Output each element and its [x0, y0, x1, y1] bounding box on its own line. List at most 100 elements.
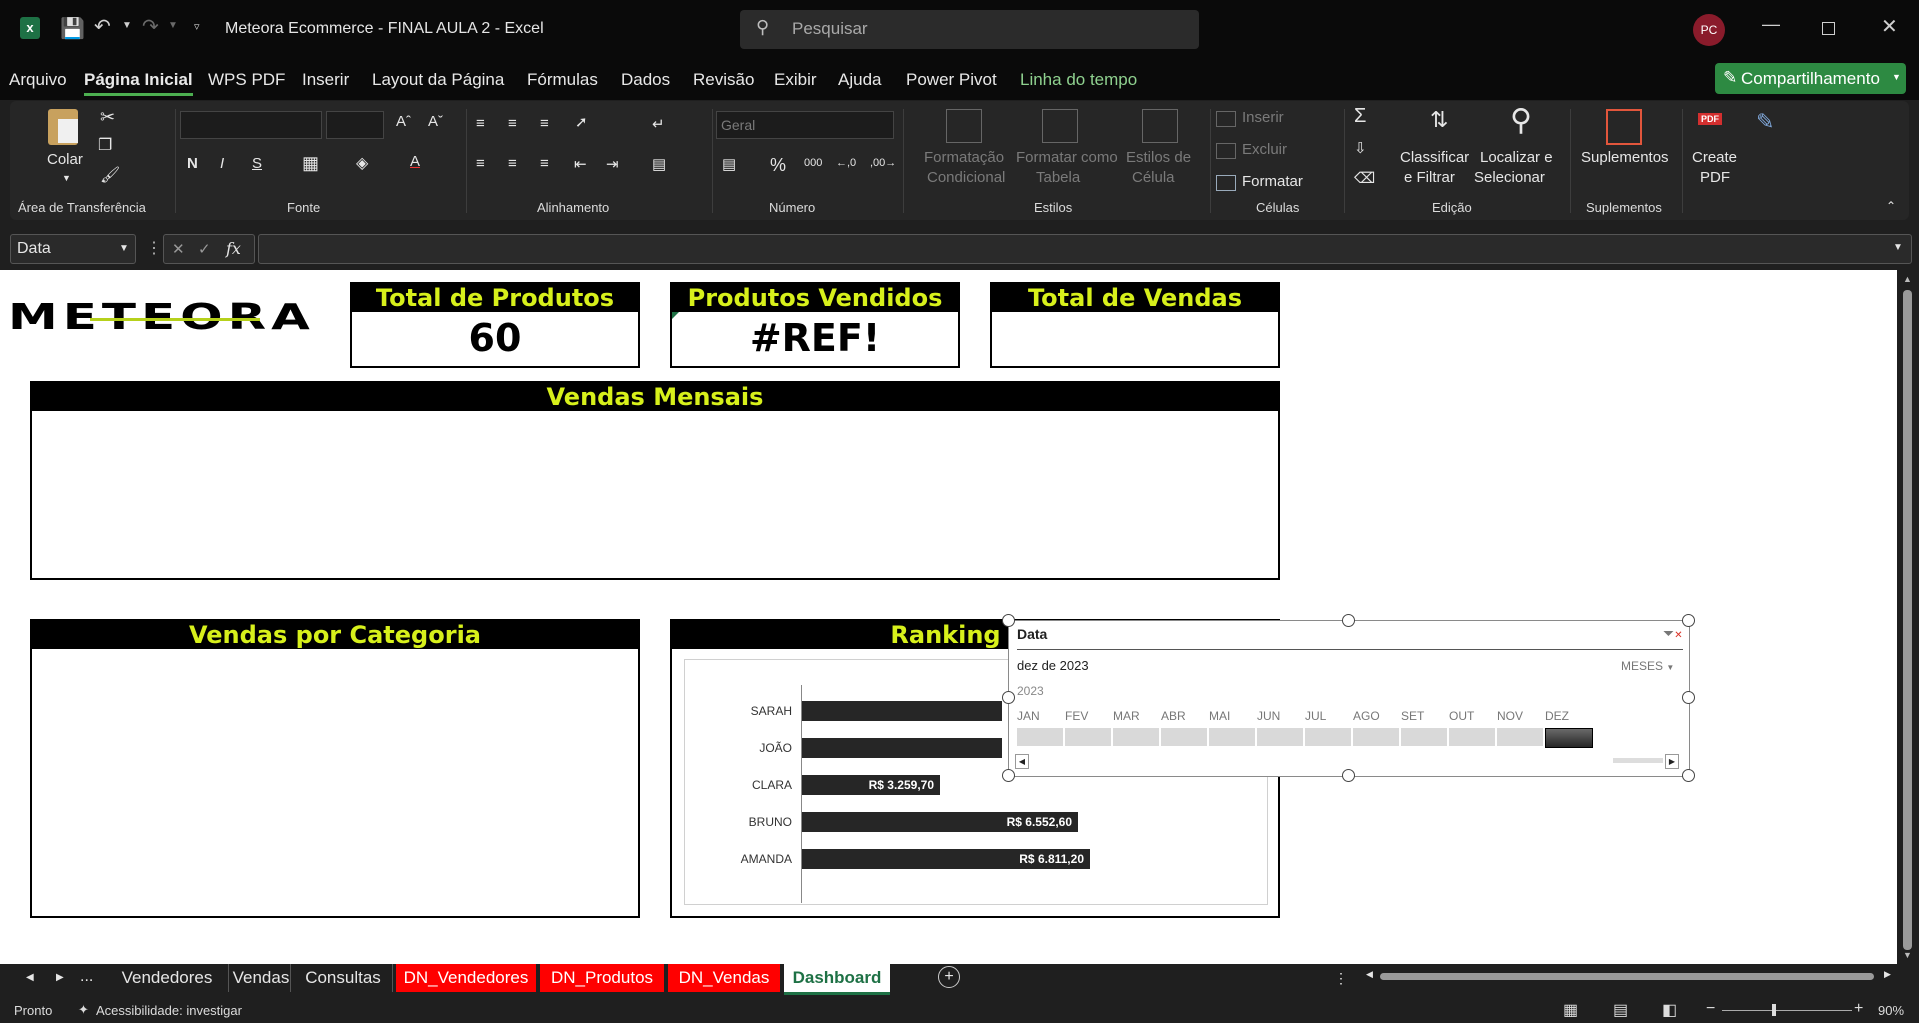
comma-style-icon[interactable]: 000: [804, 157, 822, 169]
menu-dados[interactable]: Dados: [621, 70, 670, 90]
scroll-tabs-right-icon[interactable]: ▶: [56, 972, 64, 983]
slicer-scrollbar[interactable]: ◀ ▶: [1015, 754, 1679, 769]
menu-layout-da-pagina[interactable]: Layout da Página: [372, 70, 504, 90]
paste-button[interactable]: Colar: [47, 151, 83, 168]
tab-split-handle-icon[interactable]: ⋮: [1334, 970, 1348, 987]
sort-filter-button[interactable]: Classificar: [1400, 149, 1469, 166]
scroll-left-icon[interactable]: ◀: [1015, 754, 1029, 769]
align-left-icon[interactable]: ≡: [476, 155, 485, 172]
sheet-tab[interactable]: DN_Vendedores: [396, 964, 536, 992]
scroll-thumb[interactable]: [1380, 973, 1874, 980]
undo-icon[interactable]: ↶: [94, 14, 111, 39]
menu-formulas[interactable]: Fórmulas: [527, 70, 598, 90]
menu-linha-do-tempo[interactable]: Linha do tempo: [1020, 70, 1137, 90]
accounting-format-icon[interactable]: ▤: [722, 155, 736, 173]
italic-button[interactable]: I: [220, 155, 224, 172]
horizontal-scrollbar[interactable]: ◀ ▶: [1366, 969, 1896, 982]
restore-icon[interactable]: [1822, 22, 1835, 35]
chevron-down-icon[interactable]: ▼: [1892, 72, 1901, 82]
minimize-icon[interactable]: —: [1762, 14, 1780, 35]
share-button[interactable]: ✎ Compartilhamento ▼: [1715, 63, 1906, 94]
sheet-tab[interactable]: DN_Produtos: [540, 964, 664, 992]
scroll-thumb[interactable]: [1903, 290, 1912, 950]
borders-icon[interactable]: ▦: [302, 153, 319, 174]
decrease-indent-icon[interactable]: ⇤: [574, 155, 587, 173]
font-name-dropdown[interactable]: [180, 111, 322, 139]
align-middle-icon[interactable]: ≡: [508, 115, 517, 132]
copy-icon[interactable]: ❐: [98, 135, 112, 155]
search-box[interactable]: ⚲ Pesquisar: [740, 10, 1199, 49]
resize-handle-tl[interactable]: [1002, 614, 1015, 627]
undo-dropdown-icon[interactable]: ▼: [122, 20, 132, 31]
month-cell[interactable]: [1113, 728, 1159, 746]
orientation-icon[interactable]: ➚: [575, 113, 588, 131]
month-cell[interactable]: [1305, 728, 1351, 746]
addins-button[interactable]: Suplementos: [1581, 149, 1669, 166]
close-icon[interactable]: ✕: [1881, 14, 1898, 39]
resize-handle-mr[interactable]: [1682, 691, 1695, 704]
align-right-icon[interactable]: ≡: [540, 155, 549, 172]
zoom-slider-thumb[interactable]: [1772, 1004, 1776, 1016]
page-break-view-icon[interactable]: ◧: [1662, 1000, 1677, 1020]
accessibility-icon[interactable]: ✦: [78, 1002, 89, 1018]
resize-handle-tr[interactable]: [1682, 614, 1695, 627]
menu-arquivo[interactable]: Arquivo: [9, 70, 67, 90]
scroll-right-icon[interactable]: ▶: [1884, 969, 1891, 980]
sheet-tab[interactable]: Vendedores: [106, 964, 229, 992]
month-cell[interactable]: [1161, 728, 1207, 746]
wrap-text-icon[interactable]: ↵: [652, 115, 665, 133]
sheet-tab[interactable]: Vendas: [232, 964, 291, 992]
chevron-down-icon[interactable]: ▼: [119, 243, 129, 254]
month-cell[interactable]: [1017, 728, 1063, 746]
vertical-scrollbar[interactable]: ▲ ▼: [1897, 270, 1919, 964]
menu-wps-pdf[interactable]: WPS PDF: [208, 70, 285, 90]
format-cells-button[interactable]: Formatar: [1242, 173, 1303, 190]
month-cell[interactable]: [1449, 728, 1495, 746]
month-cell[interactable]: [1401, 728, 1447, 746]
increase-font-icon[interactable]: Aˆ: [396, 113, 411, 130]
menu-pagina-inicial[interactable]: Página Inicial: [84, 70, 193, 96]
find-select-button[interactable]: Localizar e: [1480, 149, 1553, 166]
delete-cells-button[interactable]: Excluir: [1242, 141, 1287, 158]
menu-power-pivot[interactable]: Power Pivot: [906, 70, 997, 90]
scroll-thumb[interactable]: [1613, 758, 1663, 763]
menu-revisao[interactable]: Revisão: [693, 70, 754, 90]
month-cell[interactable]: [1257, 728, 1303, 746]
more-tabs-button[interactable]: ...: [80, 968, 93, 986]
cut-icon[interactable]: ✂: [100, 107, 115, 128]
zoom-in-icon[interactable]: +: [1854, 1000, 1863, 1018]
resize-handle-tm[interactable]: [1342, 614, 1355, 627]
expand-formula-icon[interactable]: ▼: [1893, 242, 1903, 253]
decrease-font-icon[interactable]: Aˇ: [428, 113, 443, 130]
cancel-icon[interactable]: ✕: [172, 240, 185, 258]
month-cell[interactable]: [1545, 728, 1593, 748]
increase-decimal-icon[interactable]: ←,0: [836, 157, 856, 169]
timeline-slicer[interactable]: Data ⏷✕ dez de 2023 MESES ▼ 2023 JAN FEV M…: [1008, 620, 1690, 777]
clear-filter-icon[interactable]: ⏷✕: [1663, 625, 1683, 642]
scroll-right-icon[interactable]: ▶: [1665, 754, 1679, 769]
customize-toolbar-icon[interactable]: ▿: [194, 20, 200, 33]
percent-icon[interactable]: %: [770, 155, 786, 176]
conditional-formatting-button[interactable]: Formatação: [924, 149, 1004, 166]
month-cell[interactable]: [1065, 728, 1111, 746]
resize-handle-br[interactable]: [1682, 769, 1695, 782]
scroll-down-icon[interactable]: ▼: [1903, 950, 1912, 960]
underline-button[interactable]: S: [252, 155, 262, 172]
zoom-slider[interactable]: [1722, 1010, 1852, 1011]
page-layout-view-icon[interactable]: ▤: [1613, 1000, 1628, 1020]
insert-function-button[interactable]: fx: [226, 239, 241, 258]
sheet-tab[interactable]: Consultas: [294, 964, 393, 992]
number-format-dropdown[interactable]: Geral: [716, 111, 894, 139]
create-pdf-button[interactable]: Create: [1692, 149, 1737, 166]
insert-cells-button[interactable]: Inserir: [1242, 109, 1284, 126]
zoom-level[interactable]: 90%: [1878, 1003, 1904, 1018]
redo-dropdown-icon[interactable]: ▼: [168, 20, 178, 31]
increase-indent-icon[interactable]: ⇥: [606, 155, 619, 173]
sign-pdf-icon[interactable]: ✎: [1756, 109, 1774, 135]
bold-button[interactable]: N: [187, 155, 198, 172]
redo-icon[interactable]: ↷: [142, 14, 159, 39]
align-bottom-icon[interactable]: ≡: [540, 115, 549, 132]
resize-handle-bl[interactable]: [1002, 769, 1015, 782]
sheet-tab[interactable]: Dashboard: [784, 964, 890, 995]
clear-icon[interactable]: ⌫: [1354, 169, 1375, 187]
